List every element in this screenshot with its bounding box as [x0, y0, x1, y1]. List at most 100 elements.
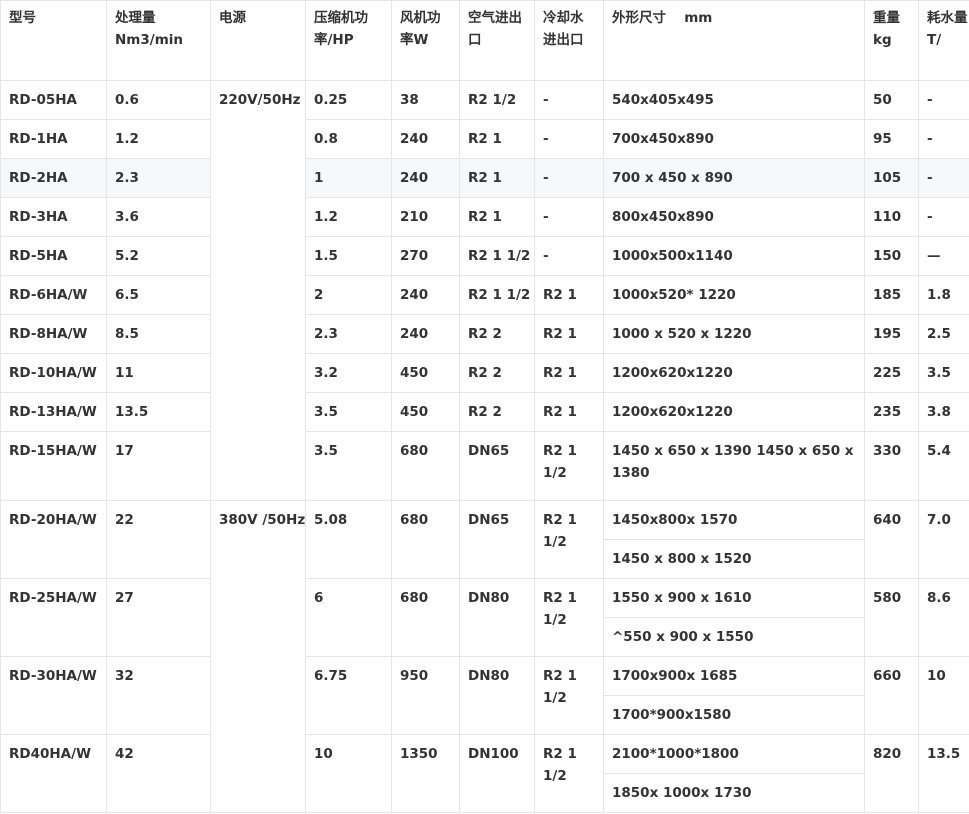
- power-cell: 220V/50Hz: [210, 80, 306, 501]
- water-io-cell: -: [534, 158, 604, 198]
- air-io-cell: DN65: [459, 431, 535, 501]
- compressor-cell: 6.75: [305, 656, 392, 735]
- weight-cell: 110: [864, 197, 919, 237]
- header-water-io: 冷却水 进出口: [534, 0, 604, 81]
- header-air-io: 空气进出口: [459, 0, 535, 81]
- power-cell: 380V /50Hz: [210, 500, 306, 813]
- fan-cell: 680: [391, 431, 460, 501]
- fan-cell: 680: [391, 500, 460, 579]
- spec-table: 型号 处理量 Nm3/min 电源 压缩机功率/HP 风机功率W 空气进出口 冷…: [0, 0, 969, 813]
- water-io-cell: R2 1: [534, 392, 604, 432]
- weight-cell: 580: [864, 578, 919, 657]
- model-cell: RD-15HA/W: [0, 431, 107, 501]
- capacity-cell: 27: [106, 578, 211, 657]
- weight-cell: 225: [864, 353, 919, 393]
- fan-cell: 240: [391, 275, 460, 315]
- weight-cell: 235: [864, 392, 919, 432]
- consumption-cell: 2.5: [918, 314, 969, 354]
- air-io-cell: R2 1 1/2: [459, 275, 535, 315]
- compressor-cell: 3.5: [305, 392, 392, 432]
- model-cell: RD-6HA/W: [0, 275, 107, 315]
- compressor-cell: 3.2: [305, 353, 392, 393]
- air-io-cell: R2 2: [459, 353, 535, 393]
- consumption-cell: 8.6: [918, 578, 969, 657]
- water-io-cell: R2 1 1/2: [534, 656, 604, 735]
- compressor-cell: 5.08: [305, 500, 392, 579]
- model-cell: RD-1HA: [0, 119, 107, 159]
- header-consumption: 耗水量 T/: [918, 0, 969, 81]
- fan-cell: 270: [391, 236, 460, 276]
- table-row: RD-8HA/W 8.5 2.3 240 R2 2 R2 1 1000 x 520 x 12…: [0, 314, 969, 354]
- air-io-cell: R2 1: [459, 197, 535, 237]
- header-row: 型号 处理量 Nm3/min 电源 压缩机功率/HP 风机功率W 空气进出口 冷…: [0, 0, 969, 81]
- air-io-cell: R2 1 1/2: [459, 236, 535, 276]
- header-power: 电源: [210, 0, 306, 81]
- fan-cell: 1350: [391, 734, 460, 813]
- water-io-cell: -: [534, 80, 604, 120]
- weight-cell: 640: [864, 500, 919, 579]
- capacity-cell: 6.5: [106, 275, 211, 315]
- capacity-cell: 8.5: [106, 314, 211, 354]
- water-io-cell: R2 1: [534, 353, 604, 393]
- header-model: 型号: [0, 0, 107, 81]
- weight-cell: 150: [864, 236, 919, 276]
- model-cell: RD-8HA/W: [0, 314, 107, 354]
- table-row: RD-6HA/W 6.5 2 240 R2 1 1/2 R2 1 1000x520* 122…: [0, 275, 969, 315]
- weight-cell: 50: [864, 80, 919, 120]
- capacity-cell: 32: [106, 656, 211, 735]
- air-io-cell: R2 2: [459, 314, 535, 354]
- table-row: RD-30HA/W 32 6.75 950 DN80 R2 1 1/2 1700x900x …: [0, 656, 969, 735]
- compressor-cell: 0.25: [305, 80, 392, 120]
- dims-cell: 1850x 1000x 1730: [603, 773, 865, 813]
- dims-cell: 1000x500x1140: [603, 236, 865, 276]
- air-io-cell: R2 2: [459, 392, 535, 432]
- fan-cell: 240: [391, 158, 460, 198]
- weight-cell: 105: [864, 158, 919, 198]
- water-io-cell: R2 1 1/2: [534, 431, 604, 501]
- consumption-cell: 3.5: [918, 353, 969, 393]
- table-row: RD-13HA/W 13.5 3.5 450 R2 2 R2 1 1200x620x1220…: [0, 392, 969, 432]
- compressor-cell: 0.8: [305, 119, 392, 159]
- table-row: RD-5HA 5.2 1.5 270 R2 1 1/2-1000x500x1140 150…: [0, 236, 969, 276]
- consumption-cell: 7.0: [918, 500, 969, 579]
- consumption-cell: 10: [918, 656, 969, 735]
- dims-cell: 800x450x890: [603, 197, 865, 237]
- table-row: RD-3HA 3.6 1.2 210 R2 1-800x450x890 110-: [0, 197, 969, 237]
- spec-table-container: 型号 处理量 Nm3/min 电源 压缩机功率/HP 风机功率W 空气进出口 冷…: [0, 0, 969, 814]
- water-io-cell: R2 1 1/2: [534, 500, 604, 579]
- fan-cell: 38: [391, 80, 460, 120]
- model-cell: RD-20HA/W: [0, 500, 107, 579]
- fan-cell: 680: [391, 578, 460, 657]
- consumption-cell: —: [918, 236, 969, 276]
- consumption-cell: -: [918, 197, 969, 237]
- table-row: RD-1HA 1.2 0.8 240 R2 1-700x450x890 95-: [0, 119, 969, 159]
- header-fan: 风机功率W: [391, 0, 460, 81]
- water-io-cell: R2 1 1/2: [534, 578, 604, 657]
- capacity-cell: 42: [106, 734, 211, 813]
- water-io-cell: R2 1: [534, 314, 604, 354]
- dims-cell: 700x450x890: [603, 119, 865, 159]
- water-io-cell: -: [534, 119, 604, 159]
- model-cell: RD-2HA: [0, 158, 107, 198]
- dims-cell: 1550 x 900 x 1610: [603, 578, 865, 618]
- dims-cell: 2100*1000*1800: [603, 734, 865, 774]
- header-dims: 外形尺寸 mm: [603, 0, 865, 81]
- consumption-cell: -: [918, 119, 969, 159]
- water-io-cell: R2 1: [534, 275, 604, 315]
- air-io-cell: DN80: [459, 656, 535, 735]
- dims-cell: 1200x620x1220: [603, 353, 865, 393]
- table-row: RD-2HA 2.3 1 240 R2 1-700 x 450 x 890 105-: [0, 158, 969, 198]
- compressor-cell: 1.5: [305, 236, 392, 276]
- capacity-cell: 3.6: [106, 197, 211, 237]
- dims-cell: 1450 x 800 x 1520: [603, 539, 865, 579]
- compressor-cell: 10: [305, 734, 392, 813]
- compressor-cell: 3.5: [305, 431, 392, 501]
- fan-cell: 950: [391, 656, 460, 735]
- water-io-cell: R2 1 1/2: [534, 734, 604, 813]
- air-io-cell: DN65: [459, 500, 535, 579]
- air-io-cell: R2 1/2: [459, 80, 535, 120]
- dims-cell: 1450 x 650 x 1390 1450 x 650 x 1380: [603, 431, 865, 501]
- model-cell: RD-13HA/W: [0, 392, 107, 432]
- dims-cell: 700 x 450 x 890: [603, 158, 865, 198]
- fan-cell: 240: [391, 314, 460, 354]
